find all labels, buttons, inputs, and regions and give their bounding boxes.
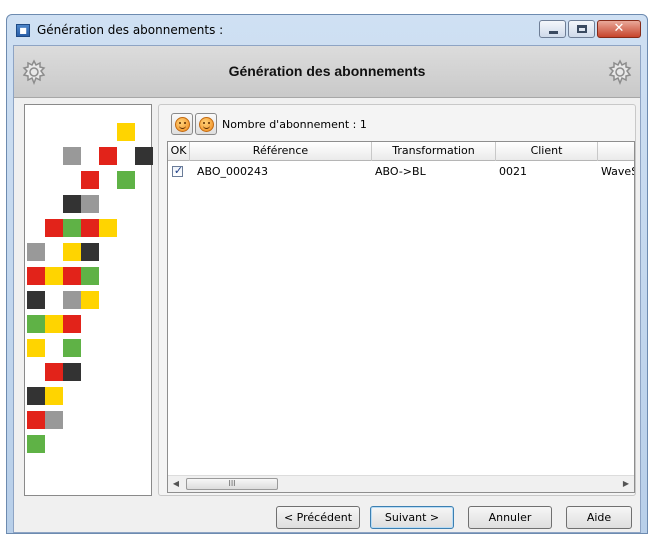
mosaic-tile: [81, 195, 99, 213]
grid-header: OK Référence Transformation Client: [168, 142, 634, 161]
mosaic-tile: [27, 435, 45, 453]
banner-title: Génération des abonnements: [228, 63, 426, 79]
maximize-icon: [577, 25, 587, 33]
mosaic-tile: [63, 243, 81, 261]
mosaic-tile: [117, 123, 135, 141]
cell-client: 0021: [499, 165, 527, 178]
mosaic-tile: [99, 219, 117, 237]
mosaic-tile: [45, 387, 63, 405]
cell-reference: ABO_000243: [197, 165, 269, 178]
wizard-client-area: Génération des abonnements Nombre d'abon…: [13, 45, 641, 533]
wizard-banner: Génération des abonnements: [14, 46, 640, 98]
wizard-button-bar: < Précédent Suivant > Annuler Aide: [14, 498, 640, 529]
mosaic-tile: [45, 315, 63, 333]
mosaic-tile: [117, 171, 135, 189]
mosaic-tile: [63, 147, 81, 165]
mosaic-tile: [63, 339, 81, 357]
mosaic-tile: [27, 267, 45, 285]
mosaic-tile: [27, 291, 45, 309]
minimize-button[interactable]: [539, 20, 566, 38]
close-icon: ✕: [613, 21, 625, 36]
horizontal-scrollbar[interactable]: ◀ III ▶: [168, 475, 634, 492]
title-bar[interactable]: ■ Génération des abonnements : ✕: [7, 15, 647, 45]
mosaic-tile: [81, 267, 99, 285]
mosaic-tile: [63, 267, 81, 285]
app-icon: ■: [16, 24, 30, 37]
previous-button[interactable]: < Précédent: [276, 506, 360, 529]
subscriptions-panel: Nombre d'abonnement : 1 OK Référence Tra…: [158, 104, 636, 496]
check-icon: ✓: [173, 164, 184, 177]
scroll-left-icon[interactable]: ◀: [168, 476, 184, 492]
mosaic-tile: [63, 363, 81, 381]
scroll-right-icon[interactable]: ▶: [618, 476, 634, 492]
mosaic-tile: [27, 411, 45, 429]
next-button[interactable]: Suivant >: [370, 506, 454, 529]
mosaic-tile: [27, 387, 45, 405]
help-button[interactable]: Aide: [566, 506, 632, 529]
mosaic-tile: [27, 243, 45, 261]
cell-transformation: ABO->BL: [375, 165, 426, 178]
window-controls: ✕: [539, 20, 641, 38]
smiley-button-1[interactable]: [171, 113, 193, 135]
column-header-reference[interactable]: Référence: [190, 142, 372, 161]
mosaic-tile: [45, 267, 63, 285]
minimize-icon: [549, 31, 558, 34]
mosaic-tile: [27, 339, 45, 357]
cancel-button[interactable]: Annuler: [468, 506, 552, 529]
subscriptions-grid[interactable]: OK Référence Transformation Client ✓ ABO…: [167, 141, 635, 493]
cell-extra: WaveSo: [601, 165, 634, 178]
mosaic-tile: [81, 219, 99, 237]
mosaic-tile: [27, 315, 45, 333]
gear-icon: [608, 59, 632, 86]
mosaic-tile: [63, 315, 81, 333]
mosaic-tile: [135, 147, 153, 165]
smiley-icon: [175, 117, 190, 132]
mosaic-tile: [45, 411, 63, 429]
maximize-button[interactable]: [568, 20, 595, 38]
smiley-icon: [199, 117, 214, 132]
mosaic-tile: [81, 291, 99, 309]
column-header-client[interactable]: Client: [496, 142, 598, 161]
mosaic-tile: [63, 219, 81, 237]
column-header-transformation[interactable]: Transformation: [372, 142, 496, 161]
column-header-ok[interactable]: OK: [168, 142, 190, 161]
table-row[interactable]: ✓ ABO_000243 ABO->BL 0021 WaveSo: [168, 162, 634, 181]
subscription-count-label: Nombre d'abonnement : 1: [222, 118, 367, 131]
wizard-window: ■ Génération des abonnements : ✕ Générat…: [6, 14, 648, 534]
mosaic-tile: [81, 171, 99, 189]
window-title: Génération des abonnements :: [37, 23, 224, 37]
scroll-thumb[interactable]: III: [186, 478, 278, 490]
mosaic-tile: [45, 363, 63, 381]
mosaic-tile: [63, 291, 81, 309]
mosaic-tile: [81, 243, 99, 261]
decorative-mosaic-panel: [24, 104, 153, 496]
mosaic-tile: [99, 147, 117, 165]
smiley-button-2[interactable]: [195, 113, 217, 135]
close-button[interactable]: ✕: [597, 20, 641, 38]
column-header-extra[interactable]: [598, 142, 634, 161]
row-checkbox[interactable]: ✓: [172, 164, 184, 177]
mosaic-tile: [45, 219, 63, 237]
mosaic-tile: [63, 195, 81, 213]
